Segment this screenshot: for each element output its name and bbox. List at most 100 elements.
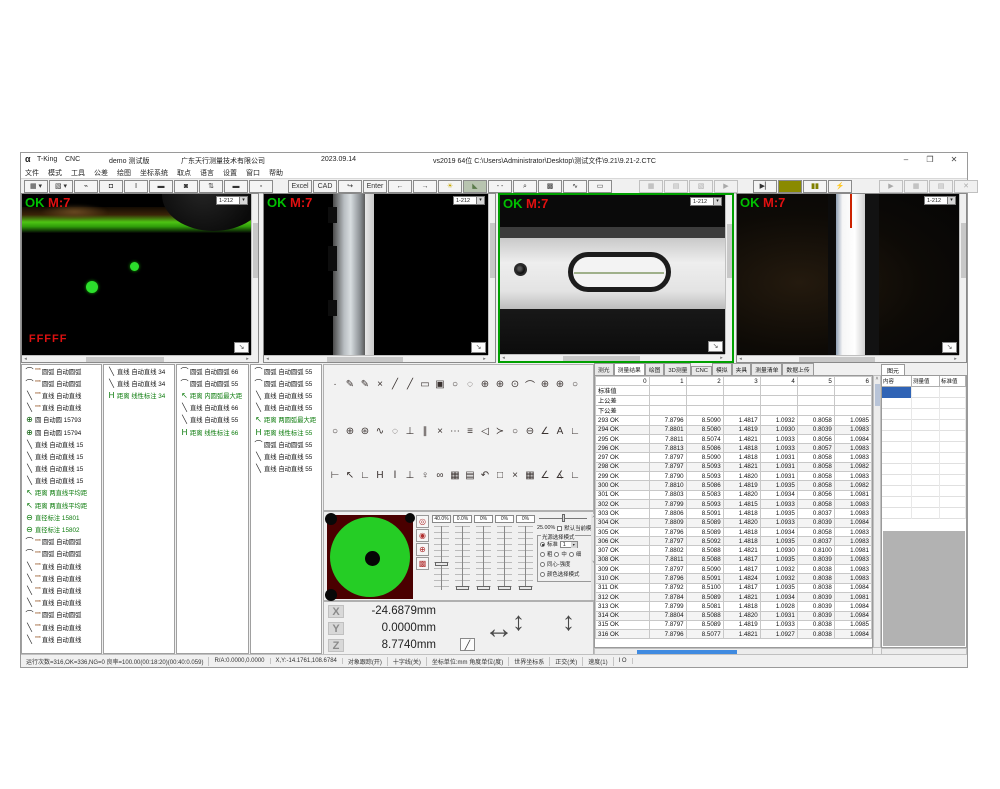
table-row[interactable]: 295 OK7.88118.50741.48211.09330.80561.09… — [596, 434, 872, 443]
list-item[interactable]: ╲***直线 自动直线 — [22, 572, 101, 584]
toolbar-button-14[interactable]: ← — [388, 180, 412, 193]
tool-icon[interactable]: ♀ — [419, 470, 431, 481]
toolbar-button-6[interactable]: ◙ — [174, 180, 198, 193]
tool-icon[interactable]: ∟ — [569, 470, 581, 481]
toolbar-button-15[interactable]: → — [413, 180, 437, 193]
jog-z-icon[interactable]: ↕ — [562, 606, 575, 637]
list-item[interactable]: ↖距离 两直线平均距 — [22, 487, 101, 499]
list-item[interactable]: ╲直线 自动直线 15 — [22, 475, 101, 487]
menu-item-文件[interactable]: 文件 — [25, 168, 39, 178]
camera-2-horizontal-scrollbar[interactable]: ◂▸ — [264, 355, 488, 362]
tool-icon[interactable]: ⊙ — [509, 379, 521, 390]
camera-3-resize-icon[interactable]: ↘ — [708, 341, 723, 352]
list-item[interactable]: ╲直线 自动直线 55 — [251, 450, 321, 462]
tool-icon[interactable]: ○ — [569, 379, 581, 390]
ring-light-joystick[interactable] — [327, 515, 413, 599]
toolbar-button-8[interactable]: ▬ — [224, 180, 248, 193]
toolbar-button-31[interactable]: ▶ — [879, 180, 903, 193]
list-item[interactable]: ⌒***圆弧 自动圆弧 — [22, 548, 101, 560]
table-row[interactable]: 300 OK7.88108.50861.48191.09350.80581.09… — [596, 481, 872, 490]
list-item[interactable]: ↖距离 两直线平均距 — [22, 499, 101, 511]
element-row[interactable] — [882, 475, 966, 486]
camera-1-zoom-select[interactable]: 1-212▾ — [216, 196, 248, 205]
tool-icon[interactable]: ▤ — [464, 470, 476, 481]
list-item[interactable]: ╲***直线 自动直线 — [22, 560, 101, 572]
tool-icon[interactable]: × — [434, 426, 446, 437]
tool-icon[interactable]: ⊛ — [359, 426, 371, 437]
tool-icon[interactable]: ◌ — [389, 426, 401, 437]
list-item[interactable]: ╲直线 自动直线 15 — [22, 450, 101, 462]
toolbar-button-33[interactable]: ▤ — [929, 180, 953, 193]
list-item[interactable]: ⌒圆弧 自动圆弧 55 — [251, 377, 321, 389]
list-item[interactable]: ↖距离 两圆弧最大距 — [251, 414, 321, 426]
light-slider-2[interactable]: 0% — [474, 515, 494, 599]
toolbar-button-2[interactable]: ⌁ — [74, 180, 98, 193]
list-item[interactable]: ╲直线 自动直线 55 — [251, 402, 321, 414]
element-row[interactable] — [882, 420, 966, 431]
list-item[interactable]: ⌒圆弧 自动圆弧 66 — [177, 365, 248, 377]
menu-item-模式[interactable]: 模式 — [48, 168, 62, 178]
list-item[interactable]: ⌒***圆弧 自动圆弧 — [22, 536, 101, 548]
toolbar-button-26[interactable]: ▶ — [714, 180, 738, 193]
table-row[interactable]: 294 OK7.88018.50801.48191.09300.80391.09… — [596, 425, 872, 434]
tool-icon[interactable]: ⊥ — [404, 426, 416, 437]
list-item[interactable]: ╲直线 自动直线 34 — [104, 377, 174, 389]
table-row[interactable]: 314 OK7.88048.50881.48201.09310.80391.09… — [596, 611, 872, 620]
menu-item-绘图[interactable]: 绘图 — [117, 168, 131, 178]
list-item[interactable]: ╲直线 自动直线 15 — [22, 438, 101, 450]
toolbar-button-30[interactable]: ⚡ — [828, 180, 852, 193]
toolbar-button-19[interactable]: ⌕ — [513, 180, 537, 193]
toolbar-button-5[interactable]: ▬ — [149, 180, 173, 193]
element-row[interactable] — [882, 508, 966, 519]
table-row[interactable]: 312 OK7.87848.50891.48211.09340.80391.09… — [596, 592, 872, 601]
tool-icon[interactable]: ∥ — [419, 426, 431, 437]
list-item[interactable]: ╲***直线 自动直线 — [22, 633, 101, 645]
toolbar-button-24[interactable]: ▤ — [664, 180, 688, 193]
light-slider-1[interactable]: 0.0% — [453, 515, 473, 599]
list-item[interactable]: H距离 线性标注 66 — [177, 426, 248, 438]
jog-arrows[interactable]: ↔ ↕ ↕ — [484, 604, 584, 652]
standard-select[interactable]: 1 — [560, 541, 578, 548]
color-mode-radio[interactable] — [540, 572, 545, 577]
element-row[interactable] — [882, 486, 966, 497]
concentric-radio[interactable] — [540, 562, 545, 567]
tab-夹具[interactable]: 夹具 — [732, 363, 752, 375]
tool-icon[interactable]: ◁ — [479, 426, 491, 437]
toolbar-button-9[interactable]: ▫ — [249, 180, 273, 193]
camera-3-panel[interactable]: OK M:7 1-212▾ ↘ ◂▸ — [498, 193, 734, 363]
toolbar-button-17[interactable]: ◣ — [463, 180, 487, 193]
tool-icon[interactable]: ⋯ — [449, 426, 461, 437]
light-slider-3[interactable]: 0% — [495, 515, 515, 599]
menu-item-工具[interactable]: 工具 — [71, 168, 85, 178]
tool-icon[interactable]: ≻ — [494, 426, 506, 437]
tool-icon[interactable]: × — [374, 379, 386, 390]
table-row[interactable]: 298 OK7.87978.50931.48211.09310.80581.09… — [596, 462, 872, 471]
list-item[interactable]: ⌒圆弧 自动圆弧 55 — [251, 365, 321, 377]
light-pattern-button-1[interactable]: ◉ — [416, 529, 429, 542]
toolbar-button-11[interactable]: CAD — [313, 180, 337, 193]
list-item[interactable]: ⊕圆 自动圆 15793 — [22, 414, 101, 426]
menu-item-取点[interactable]: 取点 — [177, 168, 191, 178]
camera-4-vertical-scrollbar[interactable] — [959, 194, 966, 355]
toolbar-button-34[interactable]: ✕ — [954, 180, 978, 193]
table-row[interactable]: 311 OK7.87928.51001.48171.09350.80381.09… — [596, 583, 872, 592]
tool-icon[interactable]: A — [554, 426, 566, 437]
element-row[interactable] — [882, 431, 966, 442]
toolbar-button-23[interactable]: ▦ — [639, 180, 663, 193]
menu-item-公差[interactable]: 公差 — [94, 168, 108, 178]
table-row[interactable]: 309 OK7.87978.50901.48171.09320.80381.09… — [596, 565, 872, 574]
tool-icon[interactable]: ↖ — [344, 470, 356, 481]
camera-3-horizontal-scrollbar[interactable]: ◂▸ — [500, 354, 725, 361]
toolbar-button-25[interactable]: ▧ — [689, 180, 713, 193]
tool-icon[interactable]: □ — [494, 470, 506, 481]
tool-icon[interactable]: × — [509, 470, 521, 481]
toolbar-button-12[interactable]: ↪ — [338, 180, 362, 193]
slider-thumb[interactable] — [477, 586, 490, 590]
toolbar-button-4[interactable]: Ⅰ — [124, 180, 148, 193]
table-row[interactable]: 308 OK7.88118.50881.48171.09350.80391.09… — [596, 555, 872, 564]
camera-4-zoom-select[interactable]: 1-212▾ — [924, 196, 956, 205]
tab-测光[interactable]: 测光 — [594, 363, 614, 375]
tool-icon[interactable]: ╱ — [404, 379, 416, 390]
toolbar-button-28[interactable]: ■ — [778, 180, 802, 193]
chevron-down-icon[interactable]: ▾ — [239, 197, 247, 204]
